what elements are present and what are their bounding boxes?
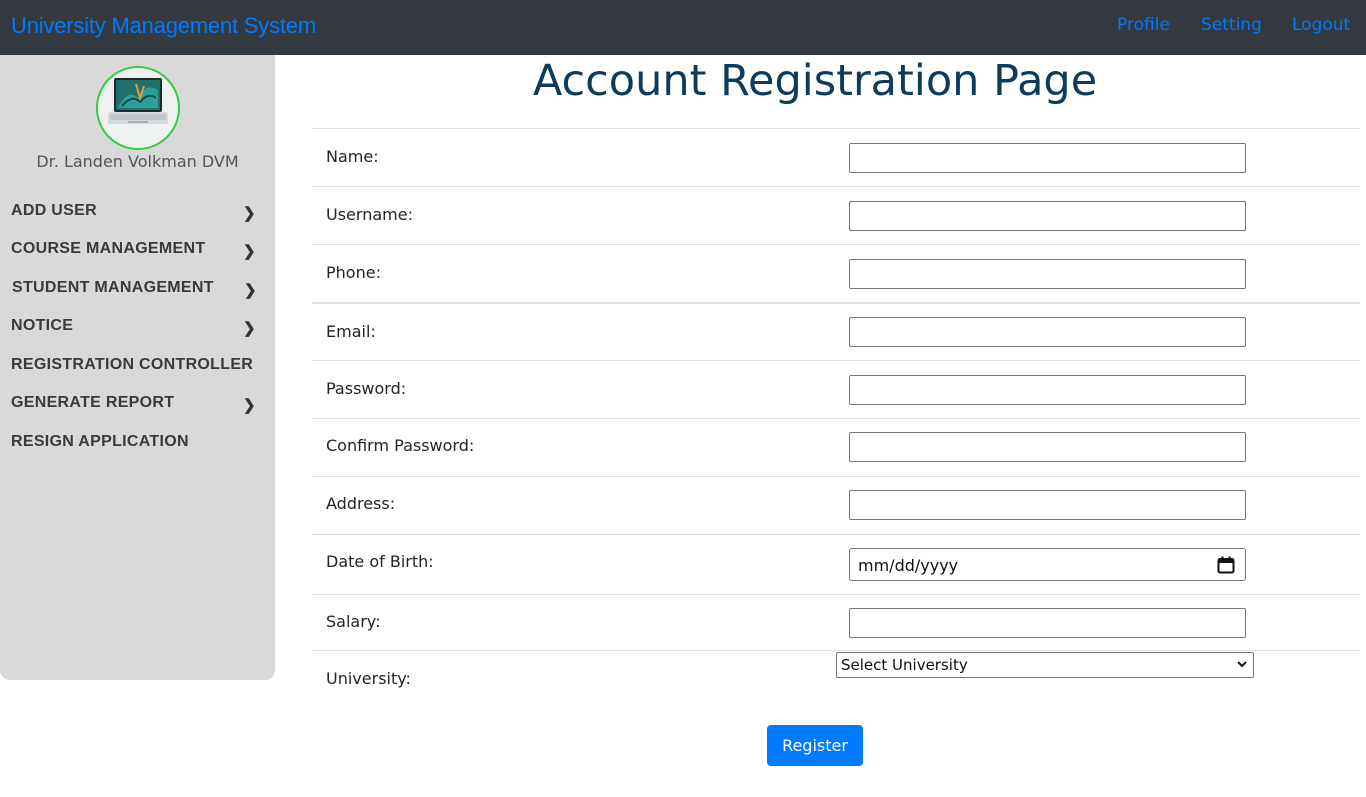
top-navbar: University Management System Profile Set… — [0, 0, 1366, 55]
confirm-password-input[interactable] — [849, 432, 1246, 462]
menu-item-generate-report[interactable]: GENERATE REPORT ❯ — [11, 394, 266, 418]
sidebar: Dr. Landen Volkman DVM ADD USER ❯ COURSE… — [0, 55, 275, 680]
name-input[interactable] — [849, 143, 1246, 173]
register-button[interactable]: Register — [767, 725, 863, 766]
form-row-phone: Phone: — [312, 244, 1360, 302]
chevron-right-icon: ❯ — [243, 205, 256, 222]
app-brand[interactable]: University Management System — [11, 13, 316, 39]
page-title: Account Registration Page — [532, 56, 1098, 106]
form-row-username: Username: — [312, 186, 1360, 244]
university-label: University: — [326, 669, 411, 688]
name-label: Name: — [326, 147, 379, 166]
chevron-down-icon — [1237, 661, 1247, 668]
form-row-confirm-password: Confirm Password: — [312, 418, 1360, 476]
address-label: Address: — [326, 494, 396, 513]
calendar-icon[interactable] — [1217, 556, 1235, 574]
user-name: Dr. Landen Volkman DVM — [36, 152, 239, 171]
menu-item-course-management[interactable]: COURSE MANAGEMENT ❯ — [11, 240, 266, 264]
form-row-address: Address: — [312, 476, 1360, 534]
setting-link[interactable]: Setting — [1201, 15, 1262, 35]
menu-item-label: STUDENT MANAGEMENT — [12, 279, 214, 296]
form-row-name: Name: — [312, 128, 1360, 186]
date-placeholder: mm/dd/yyyy — [858, 556, 959, 575]
phone-input[interactable] — [849, 259, 1246, 289]
menu-item-resign-application[interactable]: RESIGN APPLICATION — [11, 433, 266, 457]
menu-item-student-management[interactable]: STUDENT MANAGEMENT ❯ — [12, 279, 267, 303]
confirm-password-label: Confirm Password: — [326, 436, 475, 455]
username-input[interactable] — [849, 201, 1246, 231]
university-select[interactable]: Select University — [836, 652, 1254, 678]
menu-item-label: RESIGN APPLICATION — [11, 433, 189, 450]
chevron-right-icon: ❯ — [243, 397, 256, 414]
date-of-birth-input[interactable]: mm/dd/yyyy — [849, 548, 1246, 581]
email-label: Email: — [326, 322, 376, 341]
chevron-right-icon: ❯ — [243, 243, 256, 260]
phone-label: Phone: — [326, 263, 381, 282]
password-input[interactable] — [849, 375, 1246, 405]
chevron-right-icon: ❯ — [244, 282, 257, 299]
password-label: Password: — [326, 379, 407, 398]
username-label: Username: — [326, 205, 413, 224]
form-row-university: University: Select University — [312, 650, 1360, 702]
menu-item-label: GENERATE REPORT — [11, 394, 175, 411]
form-row-date-of-birth: Date of Birth: mm/dd/yyyy — [312, 534, 1360, 594]
menu-item-registration-controller[interactable]: REGISTRATION CONTROLLER — [11, 356, 266, 380]
avatar — [96, 66, 180, 150]
menu-item-label: ADD USER — [11, 202, 97, 219]
profile-link[interactable]: Profile — [1117, 15, 1170, 35]
email-input[interactable] — [849, 317, 1246, 347]
menu-item-add-user[interactable]: ADD USER ❯ — [11, 202, 266, 226]
form-row-email: Email: — [312, 302, 1360, 360]
logout-link[interactable]: Logout — [1292, 15, 1350, 35]
address-input[interactable] — [849, 490, 1246, 520]
menu-item-label: COURSE MANAGEMENT — [11, 240, 206, 257]
date-of-birth-label: Date of Birth: — [326, 552, 434, 571]
menu-item-notice[interactable]: NOTICE ❯ — [11, 317, 266, 341]
university-select-value: Select University — [841, 656, 968, 674]
form-row-salary: Salary: — [312, 594, 1360, 650]
menu-item-label: NOTICE — [11, 317, 74, 334]
form-row-password: Password: — [312, 360, 1360, 418]
salary-label: Salary: — [326, 612, 381, 631]
laptop-avatar-icon — [98, 68, 178, 148]
chevron-right-icon: ❯ — [243, 320, 256, 337]
salary-input[interactable] — [849, 608, 1246, 638]
menu-item-label: REGISTRATION CONTROLLER — [11, 356, 254, 373]
